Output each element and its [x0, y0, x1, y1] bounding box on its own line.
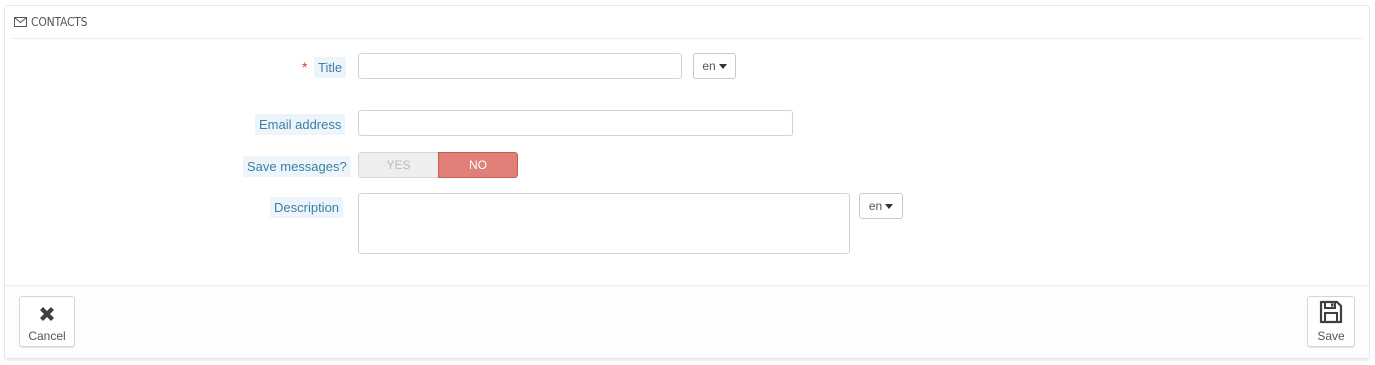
- panel-heading: CONTACTS: [10, 6, 1364, 39]
- save-messages-label: Save messages?: [243, 156, 351, 177]
- panel-title: CONTACTS: [31, 15, 88, 29]
- save-button[interactable]: Save: [1307, 296, 1355, 347]
- close-icon: [40, 307, 54, 321]
- description-language-dropdown[interactable]: en: [859, 193, 903, 219]
- caret-down-icon: [718, 63, 727, 69]
- save-messages-no[interactable]: NO: [438, 152, 518, 178]
- cancel-label: Cancel: [28, 329, 66, 343]
- floppy-disk-icon: [1319, 300, 1343, 324]
- title-input[interactable]: [358, 53, 682, 79]
- required-marker: *: [302, 59, 308, 75]
- contacts-panel: CONTACTS * Title en Email address Save m…: [4, 5, 1370, 359]
- description-label: Description: [270, 197, 344, 218]
- email-label: Email address: [255, 114, 346, 135]
- caret-down-icon: [885, 203, 894, 209]
- panel-footer: Cancel Save: [5, 285, 1369, 358]
- title-language-label: en: [702, 59, 716, 73]
- envelope-icon: [14, 17, 27, 27]
- description-textarea[interactable]: [358, 193, 850, 254]
- save-label: Save: [1317, 329, 1345, 343]
- cancel-button[interactable]: Cancel: [19, 296, 75, 347]
- save-messages-yes[interactable]: YES: [358, 152, 438, 178]
- title-label: Title: [314, 57, 347, 78]
- email-input[interactable]: [358, 110, 793, 136]
- title-language-dropdown[interactable]: en: [693, 53, 736, 79]
- description-language-label: en: [868, 199, 883, 213]
- save-messages-switch[interactable]: YES NO: [358, 152, 518, 178]
